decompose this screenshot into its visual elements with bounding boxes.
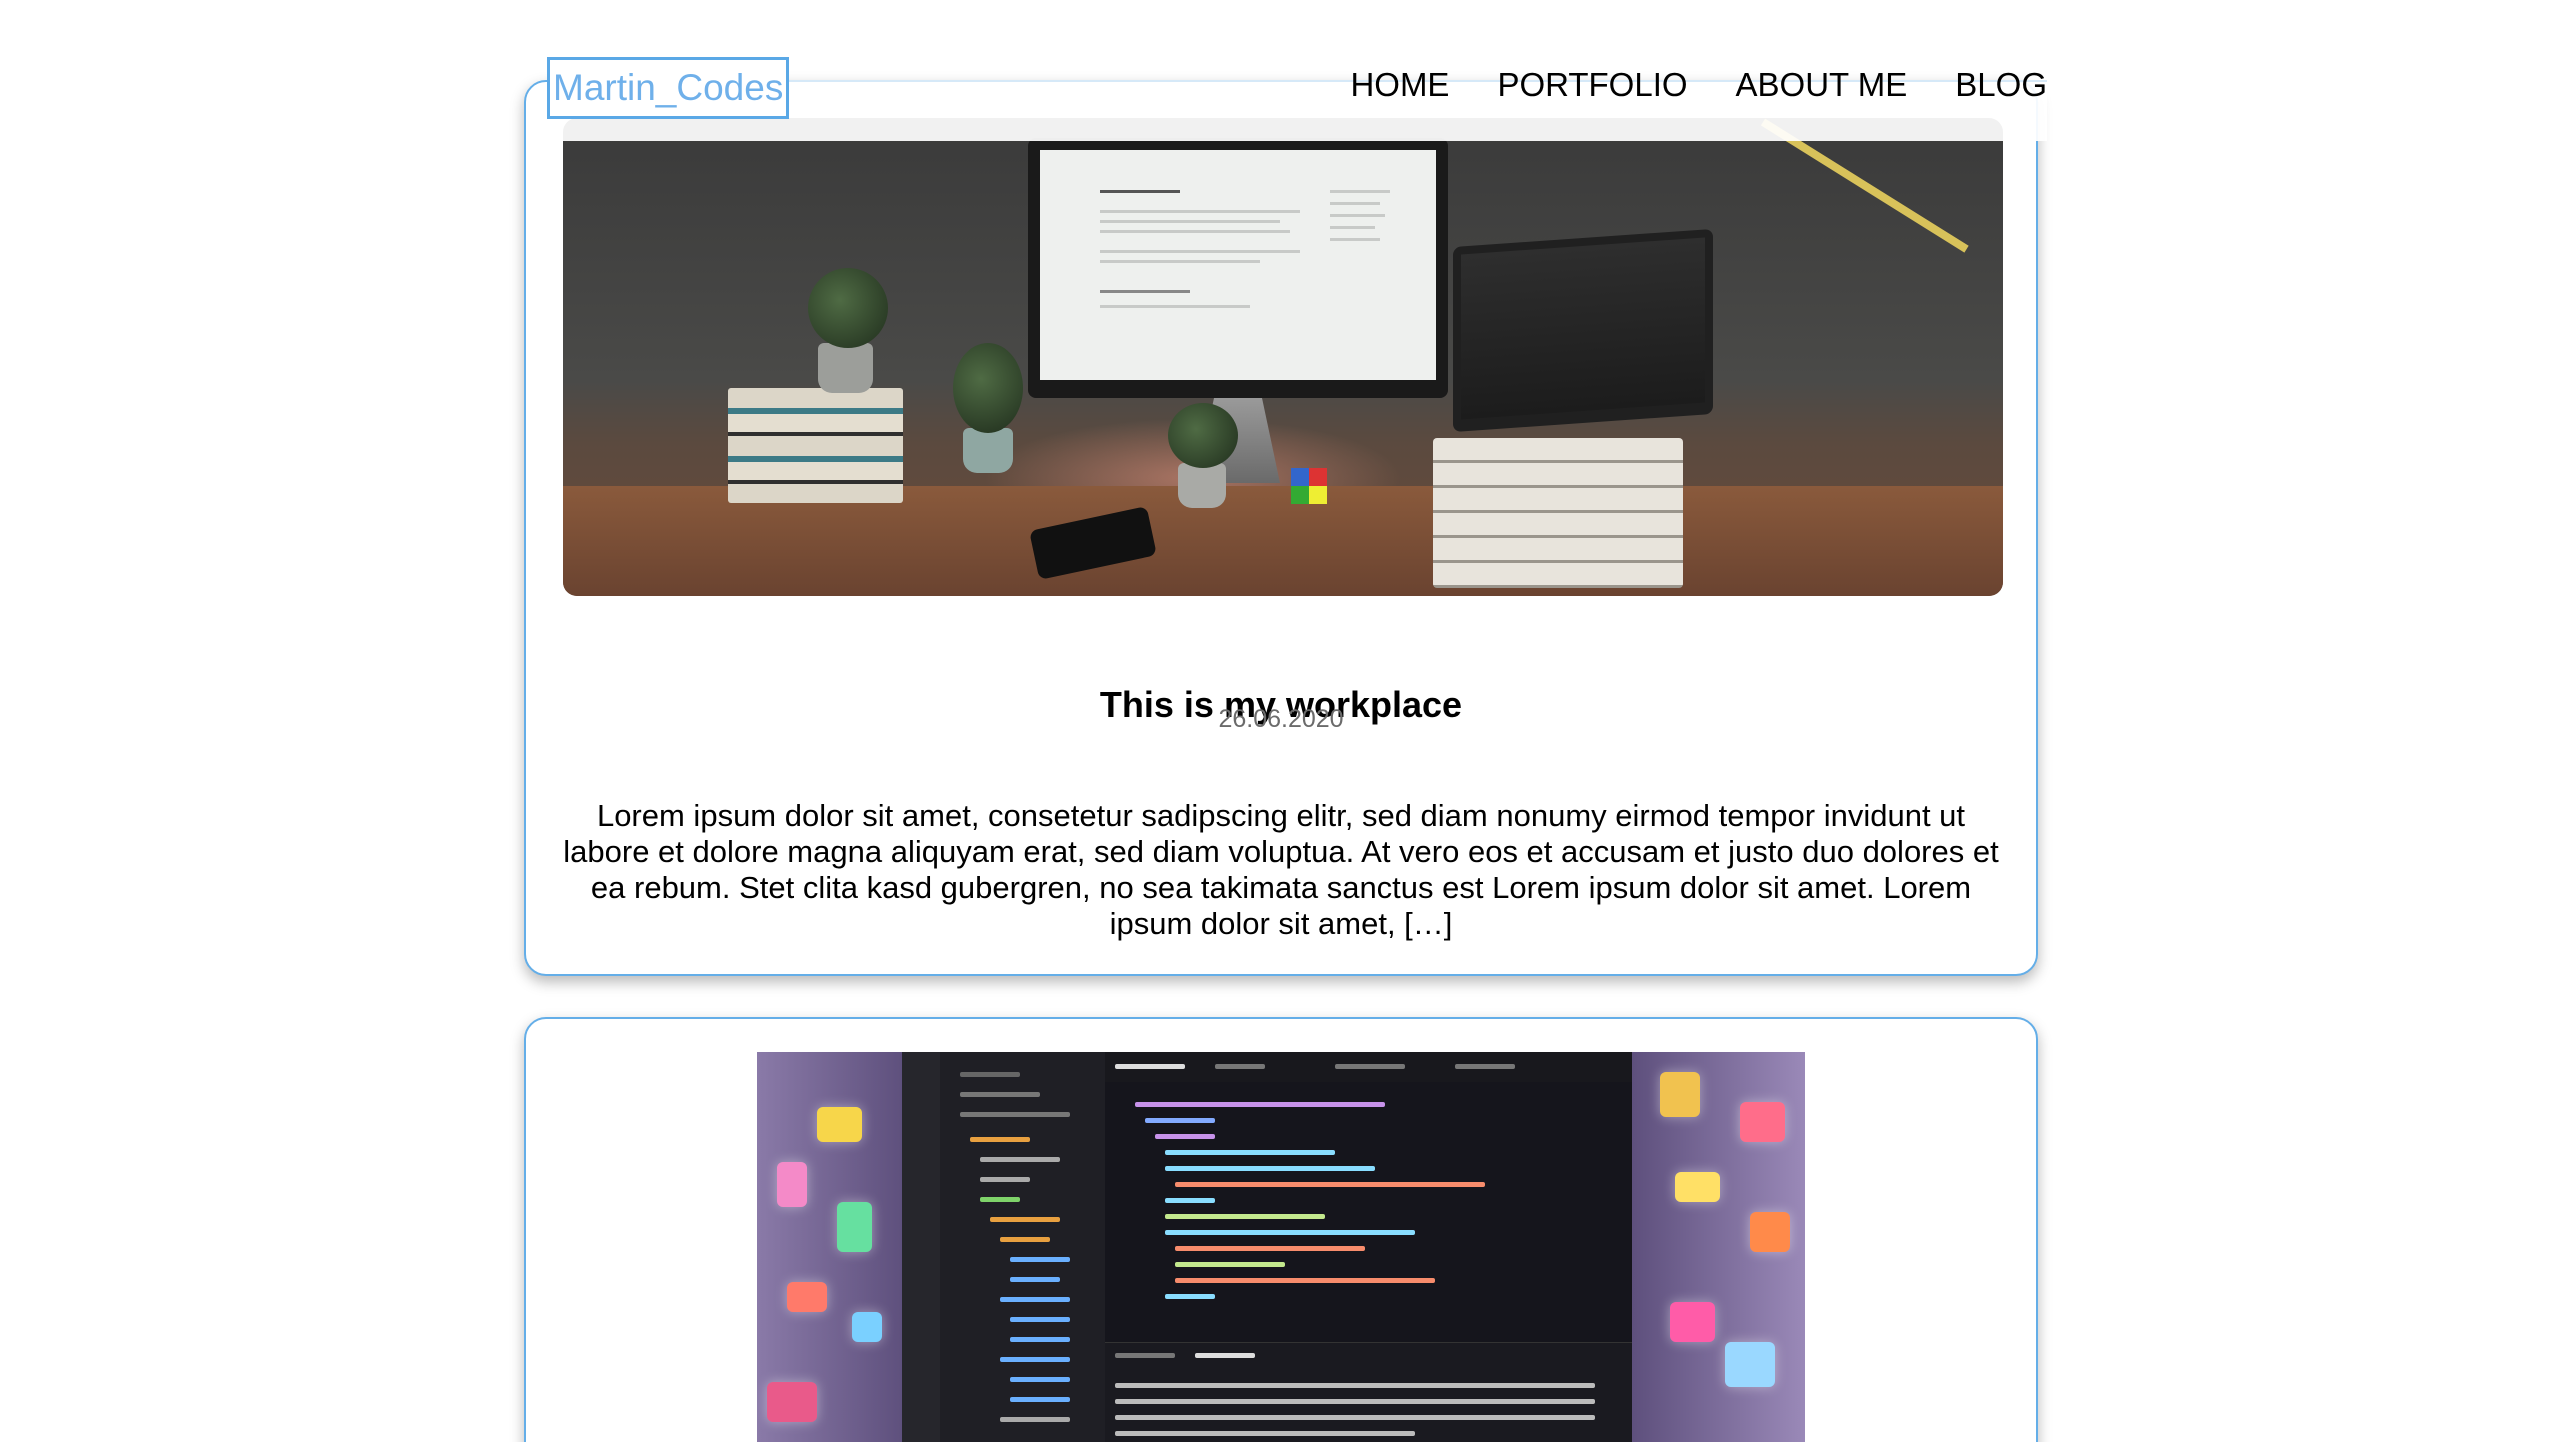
nav-portfolio[interactable]: PORTFOLIO [1497,65,1687,105]
nav-about-me[interactable]: ABOUT ME [1736,65,1908,105]
plant-pot [818,343,873,393]
book-stack-left [728,388,903,503]
file-explorer [940,1052,1106,1442]
nav-home[interactable]: HOME [1350,65,1449,105]
code-editor-photo [757,1052,1805,1442]
plant [1168,403,1238,468]
monitor [1028,138,1448,398]
post-date: 26.06.2020 [1218,705,1344,733]
neon-wall-left [757,1052,907,1442]
neon-wall-right [1630,1052,1805,1442]
site-logo[interactable]: Martin_Codes [547,57,790,119]
laptop-screen [1461,237,1705,420]
site-header: Martin_Codes HOME PORTFOLIO ABOUT ME BLO… [547,55,2047,141]
editor-tabs [1105,1052,1632,1082]
workplace-photo [563,118,2003,596]
book-stack-right [1433,438,1683,588]
terminal-panel [1105,1342,1632,1442]
plant-pot [1178,463,1226,508]
code-editor-window [902,1052,1632,1442]
nav-blog[interactable]: BLOG [1955,65,2047,105]
blog-post-card[interactable] [524,1017,2038,1442]
activity-bar [902,1052,940,1442]
monitor-screen [1040,150,1436,380]
post-excerpt: Lorem ipsum dolor sit amet, consetetur s… [563,798,1999,941]
laptop [1453,228,1713,433]
plant-pot [963,428,1013,473]
plant [953,343,1023,433]
page: Martin_Codes HOME PORTFOLIO ABOUT ME BLO… [0,0,2560,1442]
rubiks-cube [1291,468,1327,504]
blog-post-card[interactable]: This is my workplace 26.06.2020 Lorem ip… [524,80,2038,976]
main-nav: HOME PORTFOLIO ABOUT ME BLOG [1350,65,2047,105]
code-area [1105,1082,1632,1342]
plant [808,268,888,348]
